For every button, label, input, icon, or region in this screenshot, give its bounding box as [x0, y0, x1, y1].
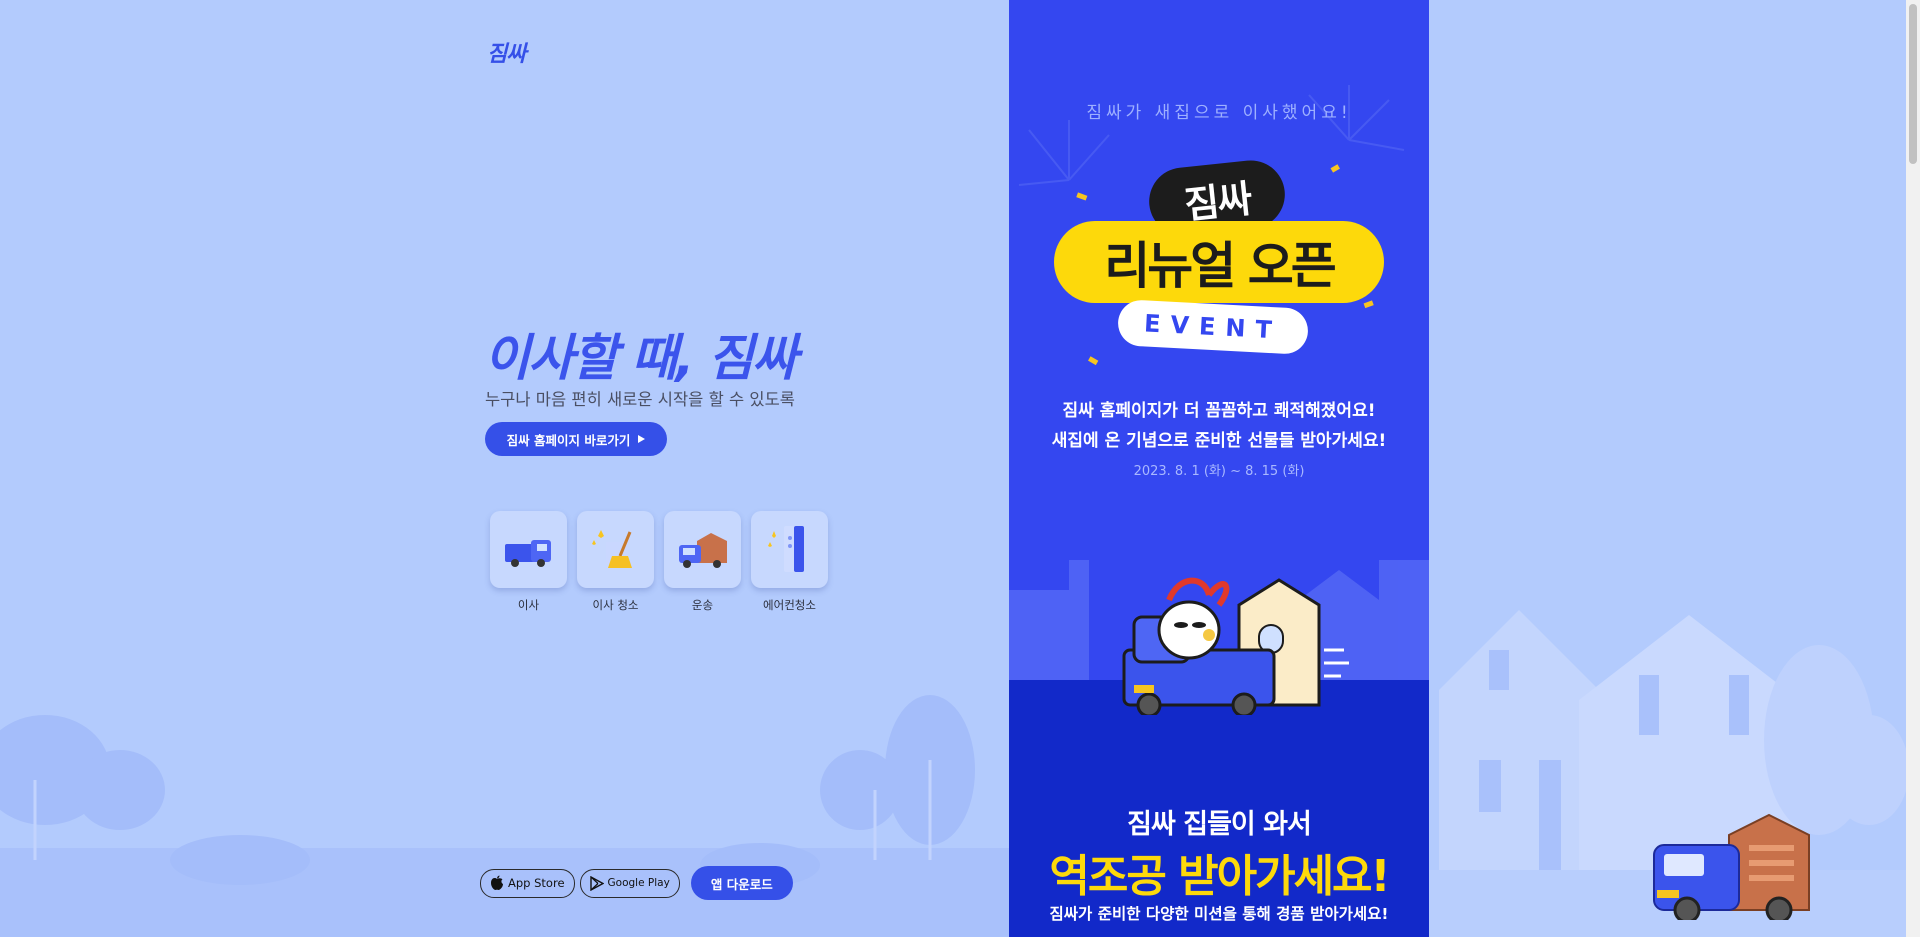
service-list: 이사 이사 청소 운송 에어컨청소 — [490, 511, 828, 613]
background-scenery — [0, 695, 1009, 937]
mascot-truck-illustration — [1122, 577, 1349, 715]
mission-description: 짐싸가 준비한 다양한 미션을 통해 경품 받아가세요! — [1049, 905, 1389, 923]
event-banner[interactable]: 짐싸가 새집으로 이사했어요! 짐싸 리뉴얼 오픈 EVENT 짐싸 홈페이지가… — [1009, 0, 1429, 937]
delivery-truck-illustration — [1653, 813, 1810, 920]
hero-title: 이사할 때, 짐싸 — [484, 329, 798, 387]
air-conditioner-icon — [751, 511, 828, 588]
homepage-link-button[interactable]: 짐싸 홈페이지 바로가기 — [485, 422, 667, 456]
apple-icon — [491, 875, 503, 890]
badge-renewal-open: 리뉴얼 오픈 — [1054, 221, 1384, 303]
app-download-row: App Store Google Play 앱 다운로드 — [480, 866, 793, 900]
house-illustration — [1429, 610, 1906, 937]
service-item-delivery[interactable]: 운송 — [664, 511, 741, 613]
scrollbar-thumb[interactable] — [1909, 4, 1917, 164]
event-description-line1: 짐싸 홈페이지가 더 꼼꼼하고 쾌적해졌어요! — [1062, 401, 1376, 421]
delivery-truck-icon — [664, 511, 741, 588]
homepage-link-label: 짐싸 홈페이지 바로가기 — [506, 432, 631, 448]
google-play-label: Google Play — [607, 877, 670, 889]
service-label: 이사 — [517, 598, 540, 612]
app-store-button[interactable]: App Store — [480, 868, 575, 898]
moving-truck-icon — [490, 511, 567, 588]
app-store-label: App Store — [508, 876, 565, 890]
page-scrollbar[interactable] — [1906, 0, 1920, 937]
left-panel: 짐싸 이사할 때, 짐싸 누구나 마음 편히 새로운 시작을 할 수 있도록 짐… — [0, 0, 1009, 937]
event-date-range: 2023. 8. 1 (화) ~ 8. 15 (화) — [1133, 464, 1305, 479]
service-item-moving[interactable]: 이사 — [490, 511, 567, 613]
mission-heading-line1: 짐싸 집들이 와서 — [1127, 809, 1312, 840]
google-play-icon — [589, 875, 604, 891]
badge-event: EVENT — [1116, 299, 1310, 355]
hero-subtitle: 누구나 마음 편히 새로운 시작을 할 수 있도록 — [485, 390, 795, 409]
play-arrow-icon — [638, 435, 646, 443]
service-label: 이사 청소 — [592, 598, 639, 612]
google-play-button[interactable]: Google Play — [579, 868, 680, 898]
service-label: 에어컨청소 — [763, 598, 816, 612]
mission-heading-line2: 역조공 받아가세요! — [1049, 851, 1390, 902]
event-description-line2: 새집에 온 기념으로 준비한 선물들 받아가세요! — [1051, 431, 1387, 451]
right-panel — [1429, 0, 1906, 937]
service-item-aircon[interactable]: 에어컨청소 — [751, 511, 828, 613]
service-item-cleaning[interactable]: 이사 청소 — [577, 511, 654, 613]
service-label: 운송 — [691, 598, 714, 612]
moved-announcement: 짐싸가 새집으로 이사했어요! — [1086, 103, 1352, 123]
app-download-button[interactable]: 앱 다운로드 — [690, 866, 793, 900]
brand-logo[interactable]: 짐싸 — [487, 36, 526, 68]
cleaning-broom-icon — [577, 511, 654, 588]
